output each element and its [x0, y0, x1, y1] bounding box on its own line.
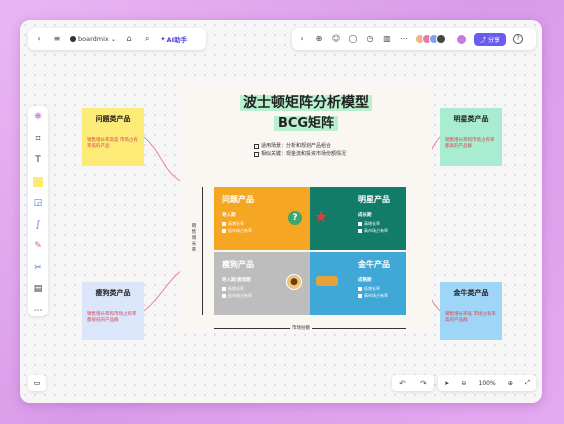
y-axis-label: 销售增长率: [191, 224, 197, 253]
quadrant-line: 高市场占有率: [358, 228, 388, 234]
quadrant-line: 高增长率: [222, 221, 244, 227]
star-icon: ★: [314, 207, 329, 226]
quadrant-problem[interactable]: 问题产品 导入期 高增长率 低市场占有率 ?: [214, 187, 310, 250]
quadrant-line: 低市场占有率: [222, 293, 252, 299]
quadrant-title: 金牛产品: [358, 260, 390, 269]
question-icon: ?: [288, 211, 302, 225]
quadrant-line: 高市场占有率: [358, 293, 388, 299]
sticky-title: 瘦狗类产品: [95, 289, 131, 297]
app-window: ‹ ≡ boardmix ⌄ ⌂ ⌕ ✦ AI助手 › ⊕ ☺ ◯ ◷ ▥ ⋯ …: [20, 20, 542, 403]
dog-icon: ●: [286, 274, 302, 290]
quadrant-cow[interactable]: 金牛产品 成熟期 低增长率 高市场占有率: [310, 252, 406, 315]
quadrant-dog[interactable]: 瘦狗产品 导入期/衰退期 低增长率 低市场占有率 ●: [214, 252, 310, 315]
quadrant-star[interactable]: 明星产品 成长期 高增长率 高市场占有率 ★: [310, 187, 406, 250]
checkbox-icon: [254, 151, 259, 157]
legend-key: 相似关键：现金流和投资市场份额情况: [261, 151, 347, 157]
quadrant-title: 问题产品: [222, 195, 254, 204]
sticky-body: 销售增长率和市场占有率 都很低的产品群: [87, 312, 137, 323]
quadrant-stage: 成长期: [358, 213, 372, 218]
board-subtitle: BCG矩阵: [180, 112, 432, 131]
y-axis: [202, 187, 203, 315]
sticky-dog[interactable]: 瘦狗类产品 销售增长率和市场占有率 都很低的产品群: [82, 282, 144, 340]
quadrant-line: 低增长率: [222, 286, 244, 292]
sticky-title: 明星类产品: [453, 115, 489, 123]
board-title: 波士顿矩阵分析模型: [180, 92, 432, 112]
bcg-board[interactable]: 波士顿矩阵分析模型 BCG矩阵 适用场景：分析和规划产品组合 相似关键：现金流和…: [180, 84, 432, 332]
sticky-title: 问题类产品: [95, 115, 131, 123]
quadrant-title: 明星产品: [358, 195, 390, 204]
board-legend: 适用场景：分析和规划产品组合 相似关键：现金流和投资市场份额情况: [254, 142, 346, 158]
quadrant-title: 瘦狗产品: [222, 260, 254, 269]
quadrant-line: 低增长率: [358, 286, 380, 292]
sticky-star[interactable]: 明星类产品 销售增长率和市场占有率 都高的产品群: [440, 108, 502, 166]
cow-icon: [316, 276, 338, 286]
x-axis-label: 市场份额: [290, 325, 312, 331]
quadrant-stage: 导入期/衰退期: [222, 278, 251, 283]
sticky-cow[interactable]: 金牛类产品 销售增长率低 市场占有率高的产品群: [440, 282, 502, 340]
quadrant-line: 高增长率: [358, 221, 380, 227]
sticky-body: 销售增长率和市场占有率 都高的产品群: [445, 138, 495, 149]
sticky-problem[interactable]: 问题类产品 销售增长率高是 市场占有率低的产品: [82, 108, 144, 166]
legend-scenario: 适用场景：分析和规划产品组合: [261, 143, 332, 149]
quadrant-stage: 成熟期: [358, 278, 372, 283]
sticky-body: 销售增长率低 市场占有率高的产品群: [445, 312, 496, 323]
quadrant-stage: 导入期: [222, 213, 236, 218]
sticky-body: 销售增长率高是 市场占有率低的产品: [87, 138, 138, 149]
checkbox-icon: [254, 143, 259, 149]
quadrant-line: 低市场占有率: [222, 228, 252, 234]
sticky-title: 金牛类产品: [453, 289, 489, 297]
